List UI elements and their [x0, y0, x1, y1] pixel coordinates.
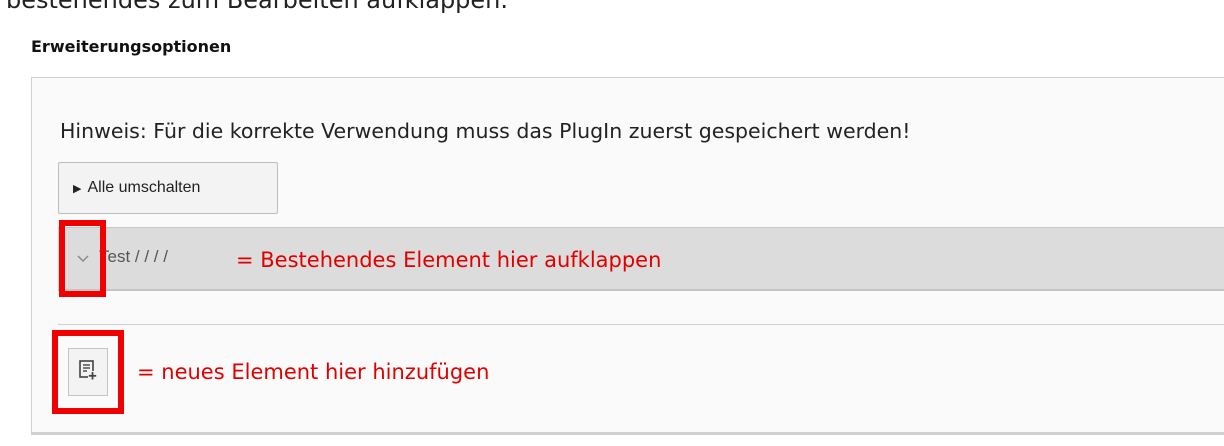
toggle-all-label: Alle umschalten: [87, 179, 201, 196]
highlight-box-add: [52, 330, 124, 414]
annotation-expand: = Bestehendes Element hier aufklappen: [236, 248, 662, 272]
element-title: Test / / / /: [99, 247, 168, 266]
top-caption: bestehendes zum Bearbeiten aufklappen.: [6, 0, 509, 14]
highlight-box-expand: [59, 220, 106, 297]
triangle-right-icon: ▶: [73, 182, 82, 195]
page: bestehendes zum Bearbeiten aufklappen. E…: [0, 0, 1224, 446]
section-title: Erweiterungsoptionen: [31, 37, 232, 56]
hint-text: Hinweis: Für die korrekte Verwendung mus…: [60, 119, 911, 143]
panel-bottom-border: [31, 433, 1224, 435]
toggle-all-button[interactable]: ▶ Alle umschalten: [58, 162, 278, 214]
divider: [58, 324, 1224, 325]
annotation-add: = neues Element hier hinzufügen: [137, 360, 490, 384]
